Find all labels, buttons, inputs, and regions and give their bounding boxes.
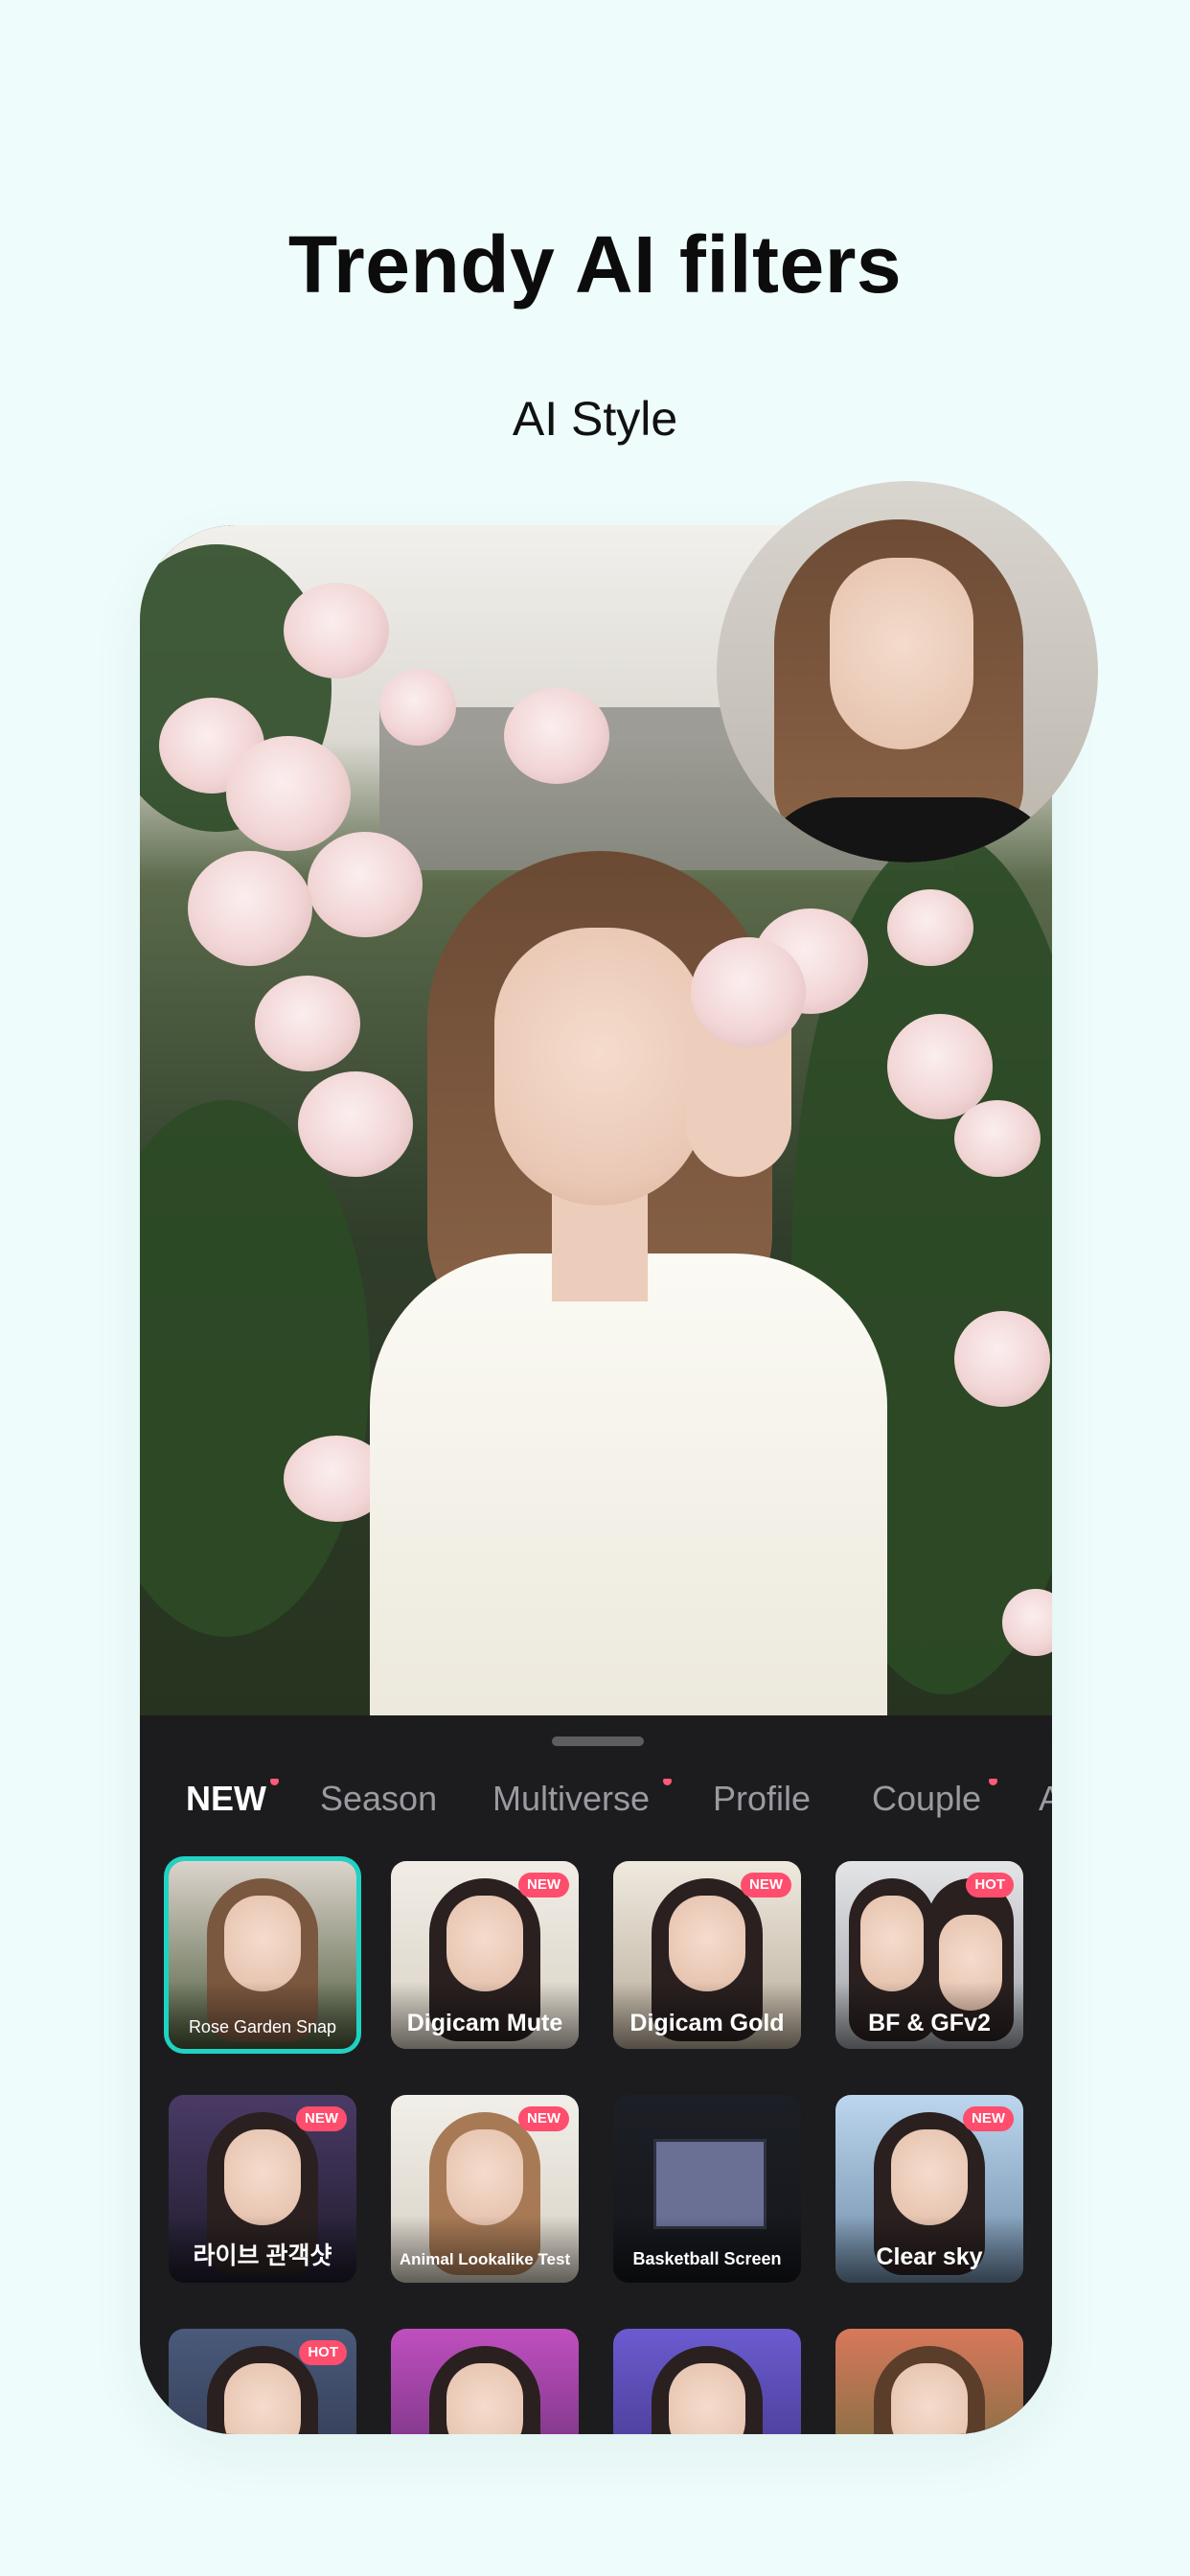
filter-card-bf-gfv2[interactable]: HOT BF & GFv2 <box>835 1861 1023 2049</box>
rose <box>188 851 312 966</box>
tab-more[interactable]: A <box>1039 1779 1052 1819</box>
thumb-face <box>891 2363 968 2434</box>
filter-label: Digicam Gold <box>629 2010 785 2036</box>
tab-multiverse[interactable]: Multiverse <box>492 1779 650 1819</box>
filter-card-digicam-mute[interactable]: NEW Digicam Mute <box>391 1861 579 2049</box>
filter-label: Rose Garden Snap <box>188 2017 337 2036</box>
filter-label: Animal Lookalike Test <box>399 2250 571 2268</box>
filter-label: 라이브 관객샷 <box>193 2242 332 2269</box>
rose <box>504 688 609 784</box>
filter-sheet: NEW Season Multiverse Profile Couple A R… <box>140 1715 1052 2434</box>
filter-card-animal-lookalike-test[interactable]: NEW Animal Lookalike Test <box>391 2095 579 2283</box>
filter-label: BF & GFv2 <box>868 2010 991 2036</box>
tab-profile[interactable]: Profile <box>713 1779 811 1819</box>
new-badge: NEW <box>518 1873 569 1898</box>
filter-card[interactable] <box>613 2329 801 2434</box>
filter-label: Basketball Screen <box>632 2249 782 2268</box>
avatar-face <box>830 558 973 749</box>
page-subtitle: AI Style <box>512 392 678 446</box>
rose <box>379 669 456 746</box>
rose <box>226 736 351 851</box>
new-badge: NEW <box>518 2106 569 2131</box>
new-badge: NEW <box>296 2106 347 2131</box>
filter-card-live-audience[interactable]: NEW 라이브 관객샷 <box>169 2095 356 2283</box>
thumb-face <box>891 2129 968 2225</box>
filter-card[interactable]: HOT <box>169 2329 356 2434</box>
thumb-face <box>224 2363 301 2434</box>
hot-badge: HOT <box>966 1873 1014 1898</box>
thumb-face <box>860 1896 924 1991</box>
rose <box>954 1311 1050 1407</box>
thumb-face <box>446 1896 523 1991</box>
thumb-face <box>669 1896 745 1991</box>
avatar-shirt <box>755 797 1062 862</box>
filter-card-clear-sky[interactable]: NEW Clear sky <box>835 2095 1023 2283</box>
rose-in-hand <box>691 937 806 1047</box>
filter-card-basketball-screen[interactable]: Basketball Screen <box>613 2095 801 2283</box>
hot-badge: HOT <box>299 2340 347 2365</box>
new-indicator-dot <box>270 1779 279 1785</box>
rose <box>298 1071 413 1177</box>
thumb-shade <box>391 2216 579 2283</box>
rose <box>308 832 423 937</box>
rose <box>954 1100 1041 1177</box>
thumb-face <box>669 2363 745 2434</box>
thumb-face <box>224 1896 301 1991</box>
filter-card-rose-garden-snap[interactable]: Rose Garden Snap <box>169 1861 356 2049</box>
page-title: Trendy AI filters <box>287 219 903 310</box>
new-indicator-dot <box>989 1779 997 1785</box>
thumb-shade <box>169 1982 356 2049</box>
filter-label: Clear sky <box>876 2243 983 2270</box>
thumb-face <box>224 2129 301 2225</box>
new-indicator-dot <box>663 1779 672 1785</box>
rose <box>284 583 389 678</box>
filter-card-digicam-gold[interactable]: NEW Digicam Gold <box>613 1861 801 2049</box>
filter-card[interactable] <box>391 2329 579 2434</box>
rose <box>255 976 360 1071</box>
tab-season[interactable]: Season <box>320 1779 437 1819</box>
tab-couple[interactable]: Couple <box>872 1779 981 1819</box>
filter-card[interactable] <box>835 2329 1023 2434</box>
foliage <box>140 1100 370 1637</box>
new-badge: NEW <box>741 1873 791 1898</box>
filter-label: Digicam Mute <box>406 2010 563 2036</box>
thumb-face <box>446 2129 523 2225</box>
subject-dress <box>370 1254 887 1715</box>
subject-face <box>494 928 705 1206</box>
source-selfie-avatar <box>717 481 1098 862</box>
category-tabs: NEW Season Multiverse Profile Couple A <box>140 1779 1052 1836</box>
tab-new[interactable]: NEW <box>186 1779 266 1819</box>
rose <box>887 889 973 966</box>
drag-handle[interactable] <box>552 1736 644 1746</box>
new-badge: NEW <box>963 2106 1014 2131</box>
thumb-face <box>446 2363 523 2434</box>
